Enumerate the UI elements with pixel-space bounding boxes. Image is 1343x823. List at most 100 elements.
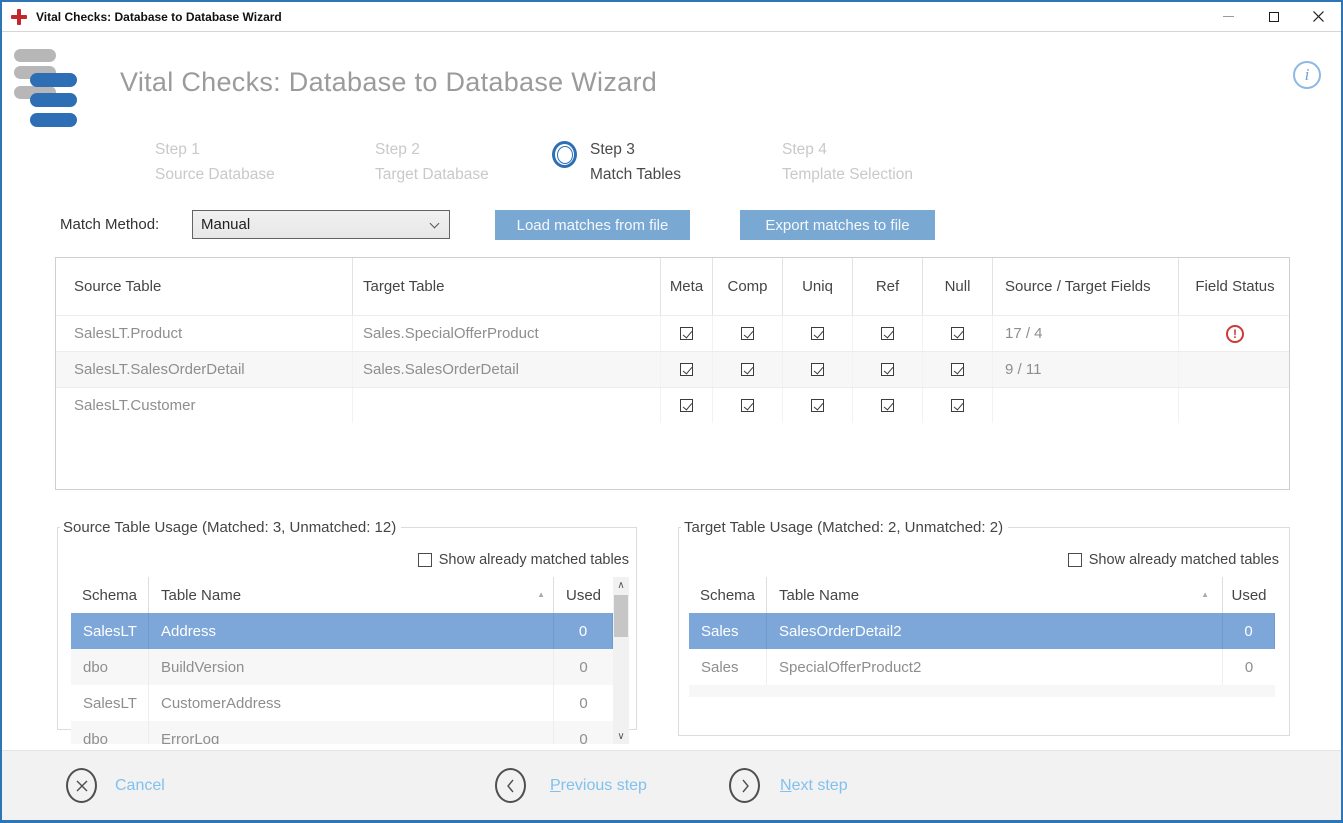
col-header-target-table[interactable]: Target Table: [353, 258, 661, 315]
titlebar[interactable]: Vital Checks: Database to Database Wizar…: [2, 2, 1341, 32]
schema-cell: dbo: [71, 721, 149, 744]
table-name-cell: BuildVersion: [149, 649, 554, 685]
schema-cell: Sales: [689, 649, 767, 685]
cancel-button[interactable]: Cancel: [66, 768, 165, 803]
col-header-table-name[interactable]: Table Name: [767, 577, 1223, 613]
col-header-schema[interactable]: Schema: [689, 577, 767, 613]
show-matched-checkbox[interactable]: [418, 553, 432, 567]
target-usage-table: Schema Table Name Used ▲ Sales SalesOrde…: [689, 577, 1275, 737]
fields-count-cell: 9 / 11: [993, 352, 1179, 387]
previous-step-button[interactable]: Previous step: [495, 768, 647, 803]
match-table-row[interactable]: SalesLT.Product Sales.SpecialOfferProduc…: [56, 315, 1289, 351]
fields-count-cell: [993, 388, 1179, 423]
step-1-label: Step 1: [155, 137, 275, 162]
match-method-label: Match Method:: [60, 216, 159, 233]
col-header-used[interactable]: Used: [1223, 577, 1275, 613]
app-window: Vital Checks: Database to Database Wizar…: [0, 0, 1343, 823]
window-controls: [1206, 2, 1341, 31]
meta-checkbox[interactable]: [680, 399, 693, 412]
comp-checkbox[interactable]: [741, 399, 754, 412]
scroll-up-icon[interactable]: ∧: [613, 577, 629, 593]
scrollbar-thumb[interactable]: [614, 595, 628, 637]
source-usage-row[interactable]: dbo BuildVersion 0: [71, 649, 629, 685]
show-matched-checkbox[interactable]: [1068, 553, 1082, 567]
target-usage-row[interactable]: Sales SpecialOfferProduct2 0: [689, 649, 1275, 685]
step-4-label: Step 4: [782, 137, 913, 162]
col-header-table-name[interactable]: Table Name: [149, 577, 554, 613]
source-usage-row[interactable]: dbo ErrorLog 0: [71, 721, 629, 744]
col-header-null[interactable]: Null: [923, 258, 993, 315]
scroll-down-icon[interactable]: ∨: [613, 728, 629, 744]
source-show-matched: Show already matched tables: [418, 552, 629, 568]
field-status-error-icon[interactable]: !: [1226, 325, 1244, 343]
target-usage-title: Target Table Usage (Matched: 2, Unmatche…: [681, 519, 1008, 536]
step-1-sublabel: Source Database: [155, 162, 275, 187]
col-header-source-table[interactable]: Source Table: [56, 258, 353, 315]
meta-checkbox[interactable]: [680, 363, 693, 376]
match-table-row[interactable]: SalesLT.SalesOrderDetail Sales.SalesOrde…: [56, 351, 1289, 387]
source-table-cell: SalesLT.Customer: [56, 388, 353, 423]
target-usage-row[interactable]: Sales SalesOrderDetail2 0: [689, 613, 1275, 649]
current-step-circle-icon: [552, 141, 577, 168]
schema-cell: SalesLT: [71, 613, 149, 649]
next-step-button[interactable]: Next step: [729, 768, 848, 803]
minimize-button[interactable]: [1206, 2, 1251, 31]
vertical-scrollbar[interactable]: ∧ ∨: [613, 577, 629, 744]
comp-checkbox[interactable]: [741, 363, 754, 376]
schema-cell: Sales: [689, 613, 767, 649]
load-matches-button[interactable]: Load matches from file: [495, 210, 690, 240]
target-table-cell: Sales.SalesOrderDetail: [353, 352, 661, 387]
schema-cell: SalesLT: [71, 685, 149, 721]
target-show-matched: Show already matched tables: [1068, 552, 1279, 568]
match-method-select[interactable]: Manual: [192, 210, 450, 239]
export-matches-button[interactable]: Export matches to file: [740, 210, 935, 240]
cancel-x-icon: [66, 768, 97, 803]
close-button[interactable]: [1296, 2, 1341, 31]
page-title: Vital Checks: Database to Database Wizar…: [120, 67, 657, 98]
source-usage-header: Schema Table Name Used: [71, 577, 629, 613]
source-table-cell: SalesLT.Product: [56, 316, 353, 351]
null-checkbox[interactable]: [951, 327, 964, 340]
match-table-row[interactable]: SalesLT.Customer: [56, 387, 1289, 423]
col-header-field-status[interactable]: Field Status: [1179, 258, 1290, 315]
step-2-indicator: Step 2 Target Database: [375, 137, 489, 187]
previous-step-label: Previous step: [550, 777, 647, 795]
window-border-left: [0, 0, 2, 823]
col-header-meta[interactable]: Meta: [661, 258, 713, 315]
ref-checkbox[interactable]: [881, 399, 894, 412]
field-status-cell: [1179, 388, 1290, 423]
uniq-checkbox[interactable]: [811, 363, 824, 376]
field-status-cell: [1179, 352, 1290, 387]
used-cell: 0: [554, 685, 613, 721]
null-checkbox[interactable]: [951, 399, 964, 412]
table-name-cell: SpecialOfferProduct2: [767, 649, 1223, 685]
uniq-checkbox[interactable]: [811, 327, 824, 340]
col-header-comp[interactable]: Comp: [713, 258, 783, 315]
null-checkbox[interactable]: [951, 363, 964, 376]
step-3-sublabel: Match Tables: [590, 162, 681, 187]
comp-checkbox[interactable]: [741, 327, 754, 340]
col-header-uniq[interactable]: Uniq: [783, 258, 853, 315]
target-table-cell: [353, 388, 661, 423]
source-table-cell: SalesLT.SalesOrderDetail: [56, 352, 353, 387]
ref-checkbox[interactable]: [881, 363, 894, 376]
ref-checkbox[interactable]: [881, 327, 894, 340]
col-header-ref[interactable]: Ref: [853, 258, 923, 315]
empty-row-stripe: [689, 685, 1275, 697]
maximize-button[interactable]: [1251, 2, 1296, 31]
sort-ascending-icon[interactable]: ▲: [537, 590, 545, 599]
uniq-checkbox[interactable]: [811, 399, 824, 412]
source-usage-row[interactable]: SalesLT Address 0: [71, 613, 629, 649]
schema-cell: dbo: [71, 649, 149, 685]
col-header-schema[interactable]: Schema: [71, 577, 149, 613]
col-header-fields[interactable]: Source / Target Fields: [993, 258, 1179, 315]
table-name-cell: Address: [149, 613, 554, 649]
sort-ascending-icon[interactable]: ▲: [1201, 590, 1209, 599]
col-header-used[interactable]: Used: [554, 577, 613, 613]
info-button[interactable]: i: [1293, 61, 1321, 89]
next-step-label: Next step: [780, 777, 848, 795]
source-usage-row[interactable]: SalesLT CustomerAddress 0: [71, 685, 629, 721]
show-matched-label: Show already matched tables: [1089, 552, 1279, 568]
target-table-cell: Sales.SpecialOfferProduct: [353, 316, 661, 351]
meta-checkbox[interactable]: [680, 327, 693, 340]
